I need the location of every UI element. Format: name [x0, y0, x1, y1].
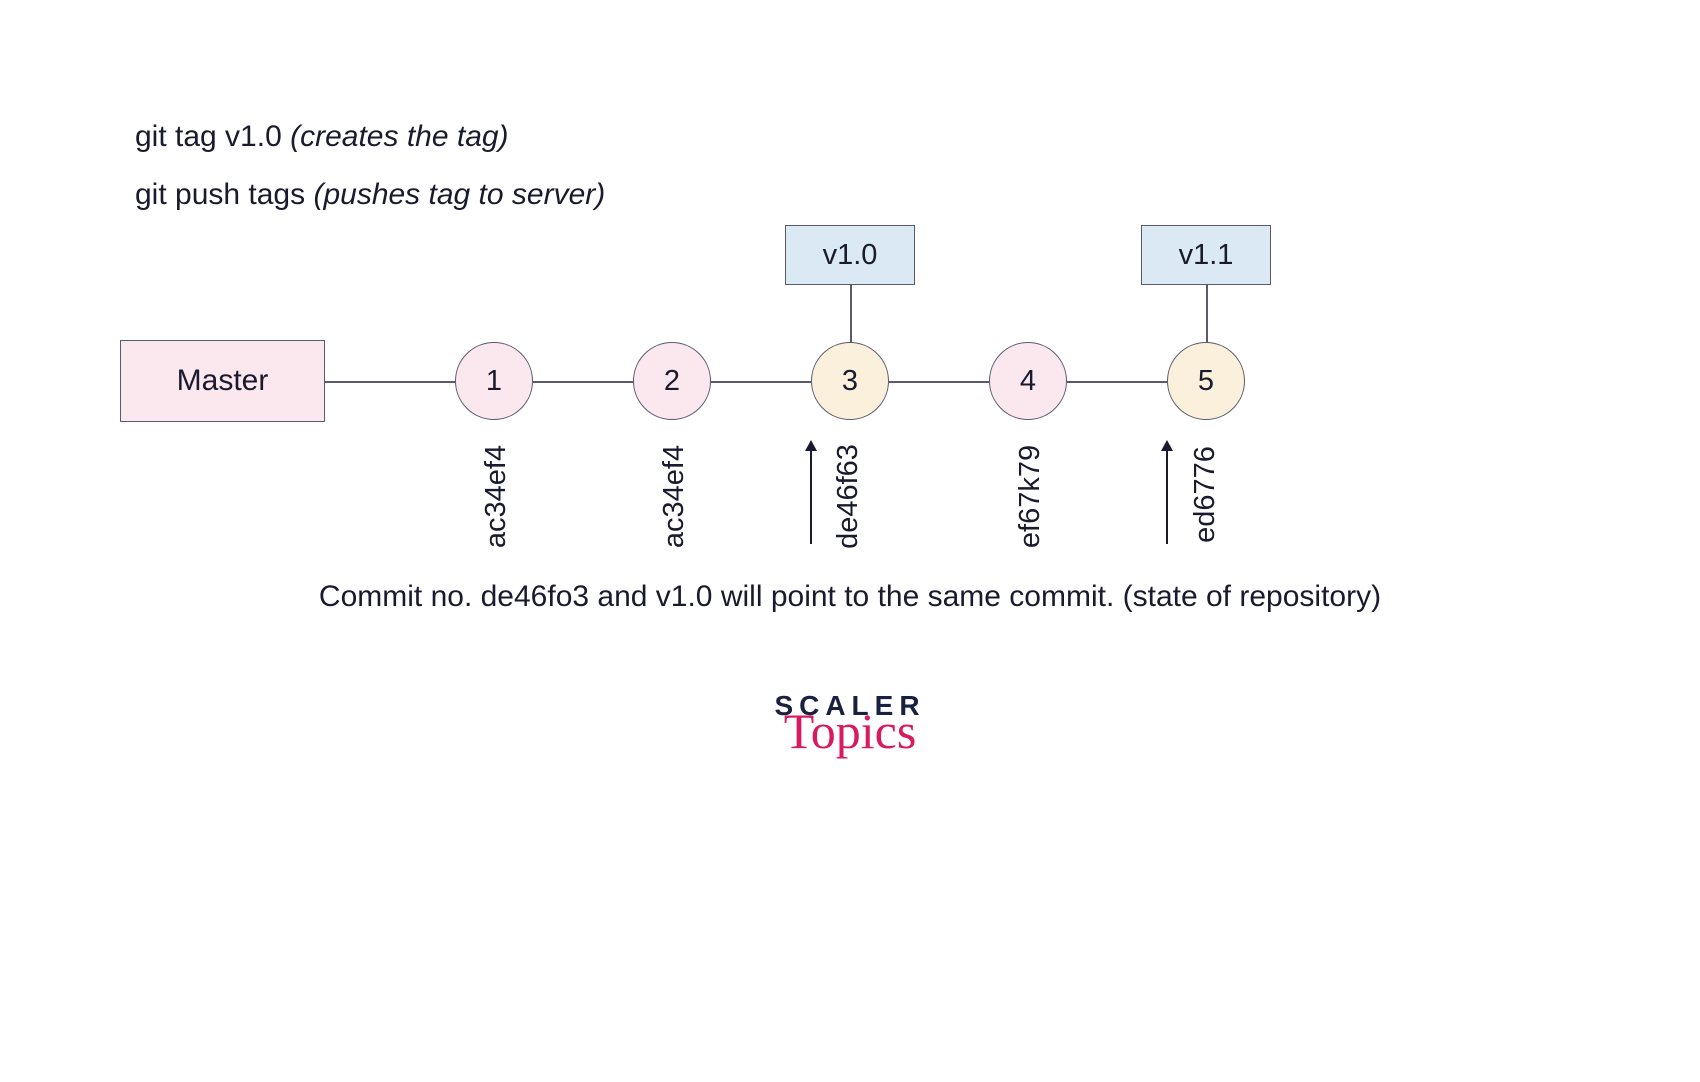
master-label: Master	[177, 364, 269, 398]
caption-text: Commit no. de46fo3 and v1.0 will point t…	[0, 580, 1700, 614]
commit-hash-3: de46f63	[832, 444, 865, 549]
commit-hash-2: ac34ef4	[658, 445, 691, 548]
command-2: git push tags	[135, 178, 313, 211]
arrow-line-5	[1166, 451, 1168, 544]
tag-box-2: v1.1	[1141, 225, 1271, 285]
commit-hash-1: ac34ef4	[480, 445, 513, 548]
logo-bottom-text: Topics	[0, 702, 1700, 760]
scaler-logo: SCALER Topics	[0, 690, 1700, 760]
line-2-3	[711, 381, 811, 383]
line-1-2	[533, 381, 633, 383]
tag-label-1: v1.0	[823, 239, 878, 272]
git-tag-diagram: Master 1 ac34ef4 2 ac34ef4 v1.0 3 de46f6…	[100, 225, 1400, 585]
master-branch-box: Master	[120, 340, 325, 422]
tag-label-2: v1.1	[1179, 239, 1234, 272]
command-lines: git tag v1.0 (creates the tag) git push …	[135, 110, 605, 226]
line-3-4	[889, 381, 989, 383]
line-master-1	[325, 381, 455, 383]
commit-node-1: 1	[455, 342, 533, 420]
command-1: git tag v1.0	[135, 120, 290, 153]
commit-hash-5: ed6776	[1189, 446, 1222, 543]
commit-num-2: 2	[664, 365, 680, 398]
commit-node-4: 4	[989, 342, 1067, 420]
command-1-annot: (creates the tag)	[290, 120, 508, 153]
command-2-annot: (pushes tag to server)	[313, 178, 605, 211]
commit-num-4: 4	[1020, 365, 1036, 398]
commit-num-5: 5	[1198, 365, 1214, 398]
commit-num-3: 3	[842, 365, 858, 398]
commit-node-3: 3	[811, 342, 889, 420]
tag-line-2	[1206, 285, 1208, 342]
tag-line-1	[850, 285, 852, 342]
commit-node-2: 2	[633, 342, 711, 420]
commit-num-1: 1	[486, 365, 502, 398]
arrow-line-3	[810, 451, 812, 544]
arrow-head-3	[805, 440, 817, 451]
tag-box-1: v1.0	[785, 225, 915, 285]
arrow-head-5	[1161, 440, 1173, 451]
line-4-5	[1067, 381, 1167, 383]
commit-hash-4: ef67k79	[1014, 445, 1047, 548]
commit-node-5: 5	[1167, 342, 1245, 420]
